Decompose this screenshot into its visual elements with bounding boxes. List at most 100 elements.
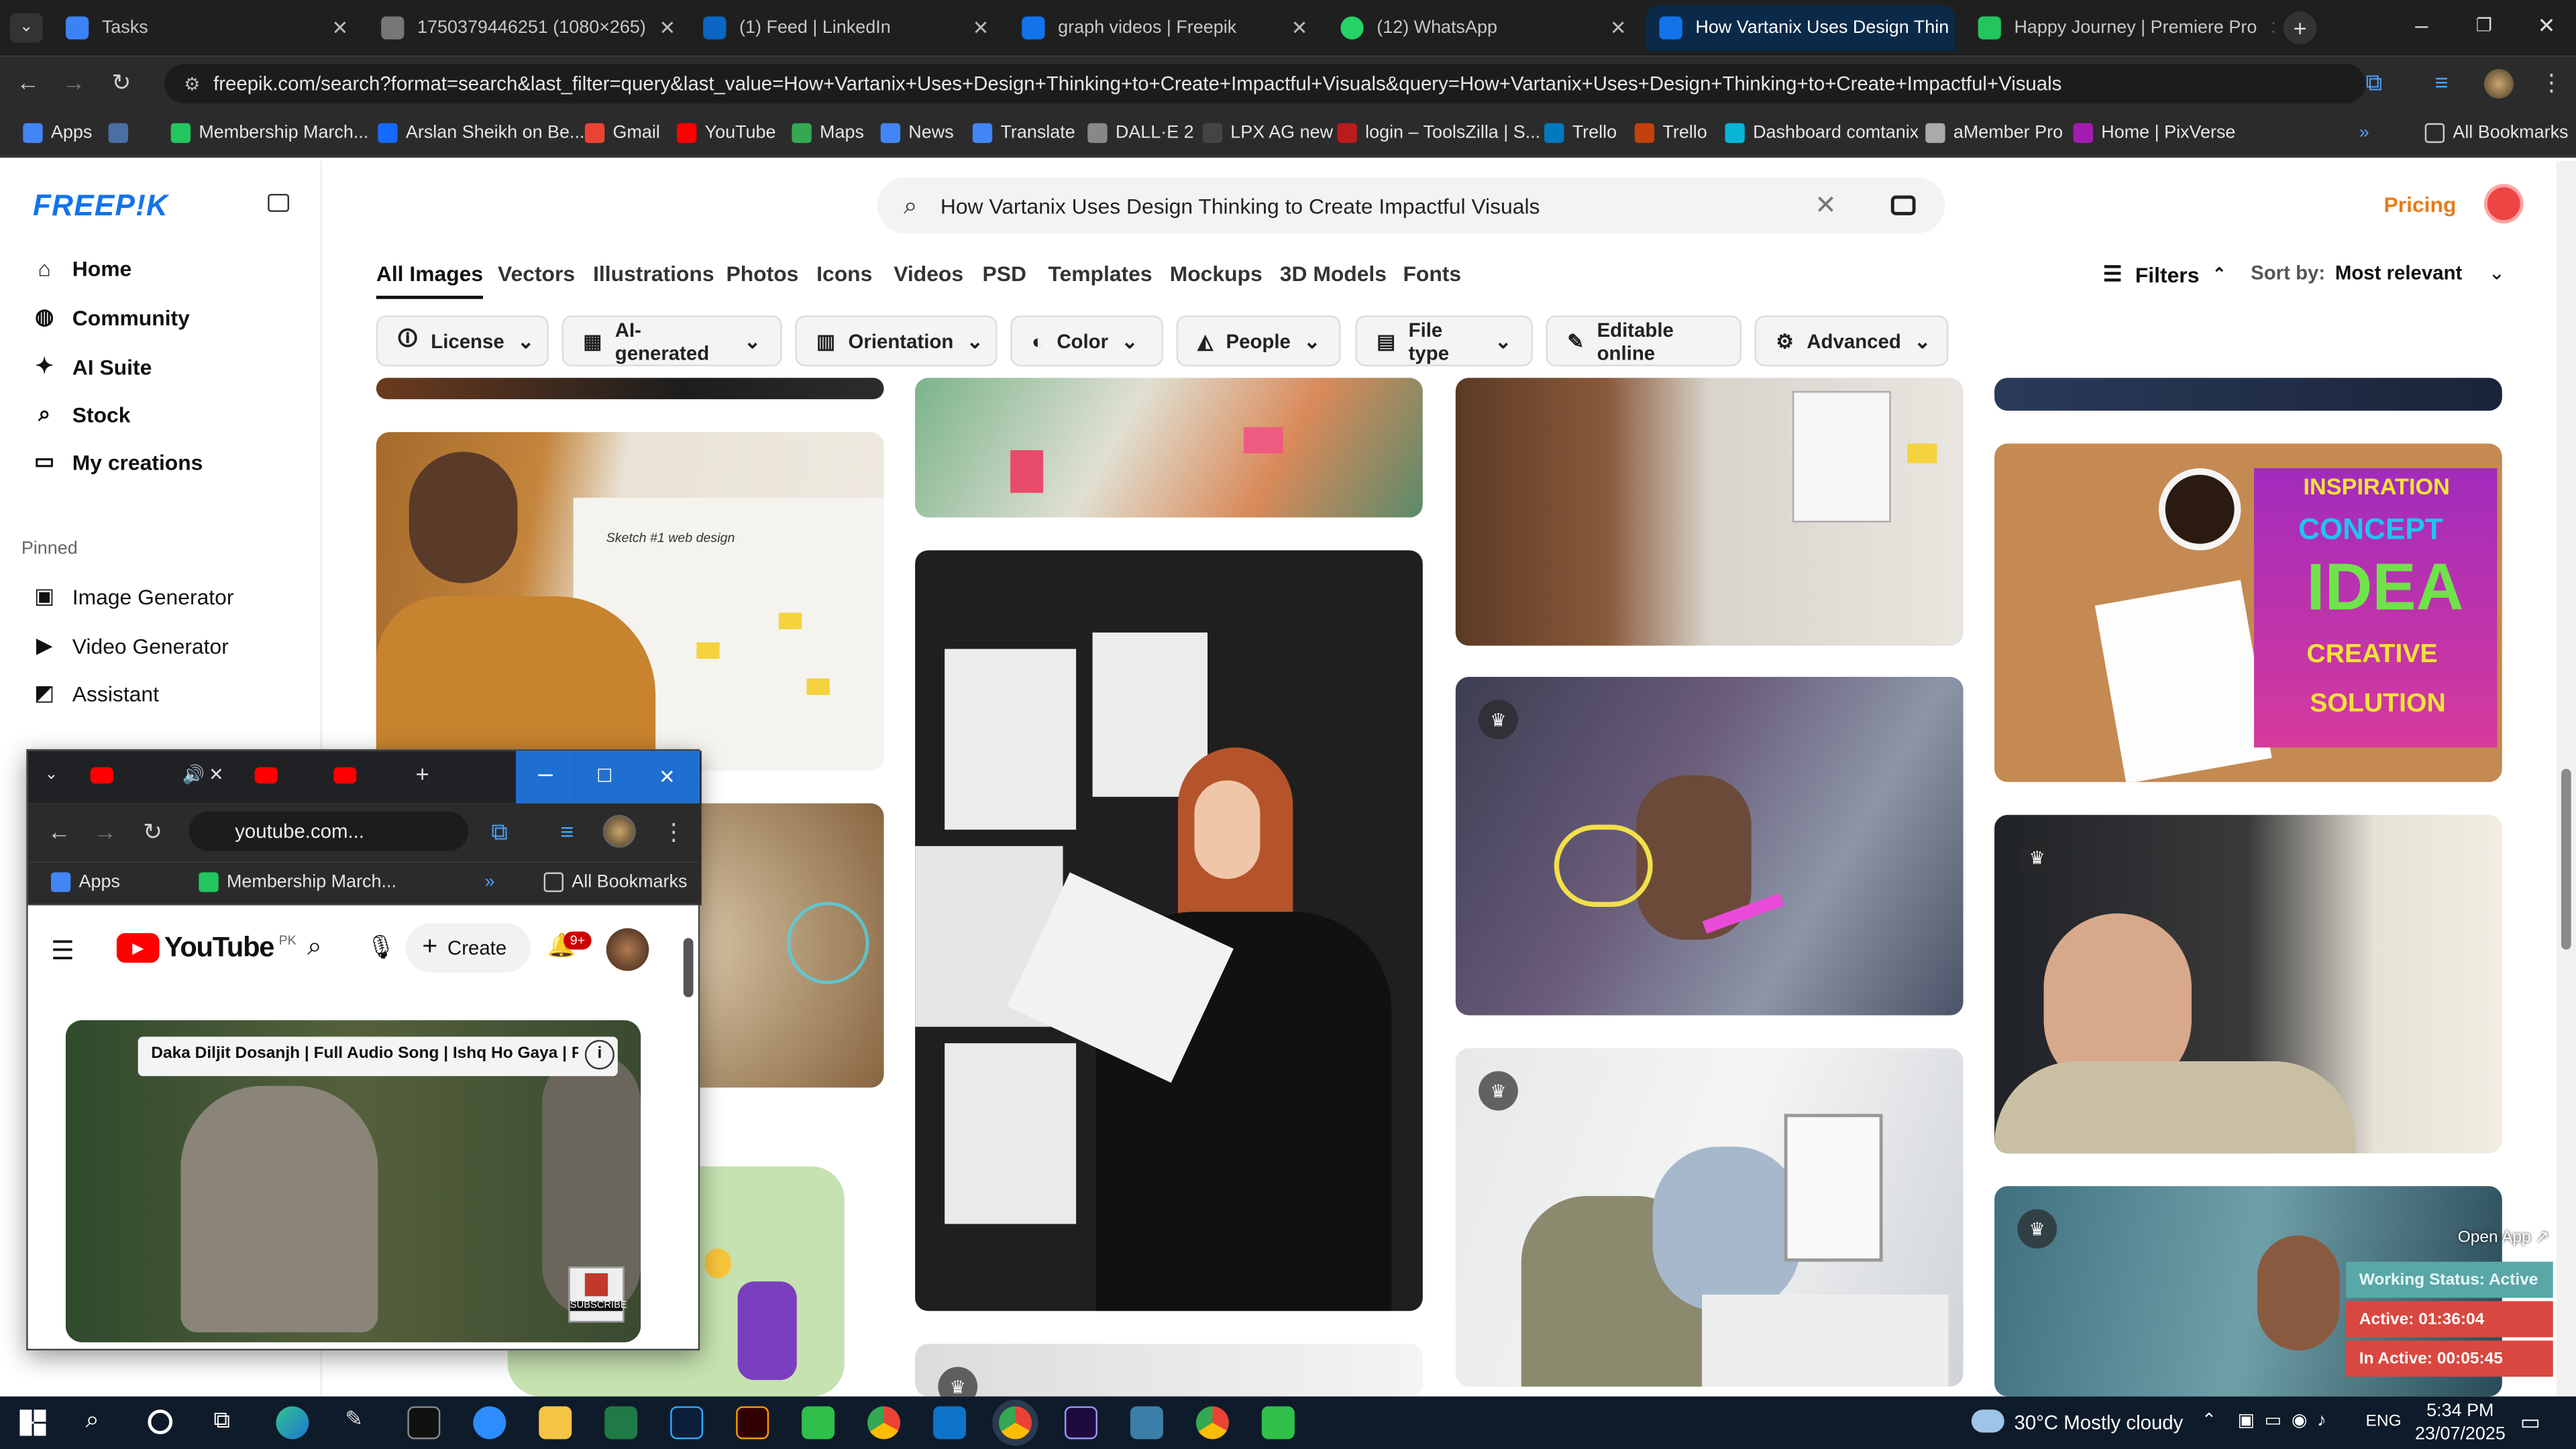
image-card[interactable] (1994, 378, 2502, 411)
page-scrollbar[interactable] (2556, 161, 2576, 1397)
app-icon[interactable] (802, 1406, 835, 1440)
bookmark-item[interactable]: Translate (972, 123, 1075, 144)
close-icon[interactable]: ✕ (1610, 16, 1627, 39)
image-card[interactable]: ♛ (915, 1344, 1423, 1397)
tab-search-button[interactable]: ⌄ (44, 765, 58, 784)
youtube-logo[interactable]: ▶ YouTube PK (116, 932, 297, 965)
tab-photos[interactable]: Photos (726, 261, 798, 286)
new-tab-button[interactable]: + (2284, 11, 2317, 45)
bookmark-grid[interactable] (108, 123, 129, 144)
filter-advanced[interactable]: ⚙ Advanced ⌄ (1754, 315, 1949, 367)
avatar[interactable] (606, 928, 649, 971)
sidebar-item-my-creations[interactable]: ▭ My creations (33, 449, 203, 475)
bookmark-item[interactable]: aMember Pro (1925, 123, 2063, 144)
filter-people[interactable]: ◭ People ⌄ (1176, 315, 1341, 367)
menu-icon[interactable]: ⋮ (2540, 69, 2563, 97)
bookmark-item[interactable]: News (880, 123, 954, 144)
bookmark-item[interactable]: Membership March... (199, 872, 396, 892)
bookmark-item[interactable]: Gmail (584, 123, 660, 144)
notification-center-icon[interactable]: ▭ (2520, 1409, 2540, 1436)
close-icon[interactable]: ✕ (973, 16, 989, 39)
close-window-button[interactable]: ✕ (634, 751, 700, 804)
sidebar-item-home[interactable]: ⌂ Home (33, 256, 131, 281)
bookmark-item[interactable]: Home | PixVerse (2073, 123, 2235, 144)
filter-ai-generated[interactable]: ▦ AI-generated ⌄ (561, 315, 782, 367)
premiere-icon[interactable] (1064, 1406, 1097, 1440)
bookmark-item[interactable]: YouTube (676, 123, 776, 144)
vscode-icon[interactable] (933, 1406, 967, 1440)
filter-color[interactable]: ◐ Color ⌄ (1010, 315, 1163, 367)
edge-icon[interactable] (276, 1406, 309, 1440)
open-app-link[interactable]: Open App ↗ (2458, 1229, 2549, 1247)
forward-icon[interactable]: → (94, 818, 117, 845)
bookmark-item[interactable]: Trello (1544, 123, 1617, 144)
clear-search-icon[interactable]: ✕ (1815, 189, 1837, 222)
extensions-icon[interactable]: ⧉ (491, 818, 507, 847)
tab-icons[interactable]: Icons (816, 261, 872, 286)
tab-search-button[interactable]: ⌄ (9, 13, 43, 43)
tab-templates[interactable]: Templates (1048, 261, 1152, 286)
video-player[interactable]: Daka Diljit Dosanjh | Full Audio Song | … (65, 1020, 641, 1342)
youtube-window[interactable]: ⌄ 🔊 ✕ + – ☐ ✕ ← → ↻ youtube.com... ⧉ ≡ ⋮… (26, 749, 702, 1351)
bookmark-item[interactable]: LPX AG new (1202, 123, 1333, 144)
app-icon[interactable] (1130, 1406, 1163, 1440)
close-icon[interactable]: ✕ (2270, 16, 2273, 39)
new-tab-button[interactable]: + (416, 761, 429, 787)
sidebar-item-community[interactable]: ◍ Community (33, 304, 190, 330)
tab-videos[interactable]: Videos (894, 261, 963, 286)
chevron-up-icon[interactable]: ⌃ (2202, 1409, 2217, 1431)
sidebar-item-assistant[interactable]: ◩ Assistant (33, 680, 159, 706)
filter-editable-online[interactable]: ✎ Editable online (1546, 315, 1741, 367)
tab-psd[interactable]: PSD (983, 261, 1026, 286)
task-view-icon[interactable]: ⧉ (213, 1406, 229, 1434)
scrollbar-thumb[interactable] (2561, 769, 2571, 950)
close-window-button[interactable]: ✕ (2520, 0, 2573, 52)
excel-icon[interactable] (604, 1406, 638, 1440)
audio-icon[interactable]: 🔊 (182, 764, 205, 785)
reload-icon[interactable]: ↻ (112, 69, 131, 97)
all-bookmarks[interactable]: All Bookmarks (2424, 123, 2569, 144)
bookmark-item[interactable]: DALL·E 2 (1087, 123, 1194, 144)
sidebar-toggle-icon[interactable] (268, 193, 290, 212)
app-icon[interactable] (1261, 1406, 1295, 1440)
tab-3d-models[interactable]: 3D Models (1280, 261, 1387, 286)
menu-icon[interactable]: ⋮ (662, 818, 685, 847)
maximize-button[interactable]: ☐ (575, 751, 635, 804)
browser-tab[interactable]: Happy Journey | Premiere Pro ✕ (1965, 5, 2273, 51)
all-bookmarks[interactable]: All Bookmarks (543, 872, 687, 892)
pricing-link[interactable]: Pricing (2383, 193, 2456, 217)
bookmark-apps[interactable]: Apps (23, 123, 92, 144)
forward-icon[interactable]: → (62, 69, 85, 95)
weather-text[interactable]: 30°C Mostly cloudy (2014, 1411, 2183, 1434)
tab-fonts[interactable]: Fonts (1403, 261, 1461, 286)
freepik-logo[interactable]: FREEP!K (33, 189, 168, 223)
reload-icon[interactable]: ↻ (143, 818, 162, 847)
sidebar-item-ai-suite[interactable]: ✦ AI Suite (33, 354, 152, 380)
address-bar[interactable]: youtube.com... (189, 811, 468, 851)
illustrator-icon[interactable] (736, 1406, 769, 1440)
browser-tab[interactable]: (1) Feed | LinkedIn ✕ (690, 5, 1002, 51)
more-bookmarks-icon[interactable]: » (484, 872, 494, 892)
close-icon[interactable]: ✕ (332, 16, 349, 39)
info-icon[interactable]: i (584, 1040, 614, 1070)
clock-time[interactable]: 5:34 PM (2426, 1401, 2493, 1421)
user-avatar[interactable] (2483, 184, 2524, 224)
back-icon[interactable]: ← (48, 818, 70, 845)
site-info-icon[interactable]: ⚙ (184, 73, 200, 94)
more-bookmarks-icon[interactable]: » (2359, 123, 2369, 143)
image-card[interactable]: ♛ (1455, 676, 1964, 1016)
subscribe-badge[interactable]: SUBSCRIBE (568, 1267, 627, 1323)
scrollbar-thumb[interactable] (683, 938, 694, 998)
image-card[interactable] (915, 550, 1423, 1311)
language-indicator[interactable]: ENG (2366, 1413, 2402, 1431)
image-card[interactable]: Sketch #1 web design (376, 432, 884, 771)
chrome-icon[interactable] (998, 1406, 1032, 1440)
browser-tab[interactable]: graph videos | Freepik ✕ (1009, 5, 1321, 51)
filter-orientation[interactable]: ▥ Orientation ⌄ (795, 315, 998, 367)
close-icon[interactable]: ✕ (1291, 16, 1308, 39)
windows-start-icon[interactable] (19, 1409, 46, 1436)
image-card[interactable] (1455, 378, 1964, 646)
sidebar-item-stock[interactable]: ⌕ Stock (33, 401, 130, 427)
hamburger-menu-icon[interactable]: ☰ (51, 934, 74, 967)
terminal-icon[interactable] (407, 1406, 441, 1440)
